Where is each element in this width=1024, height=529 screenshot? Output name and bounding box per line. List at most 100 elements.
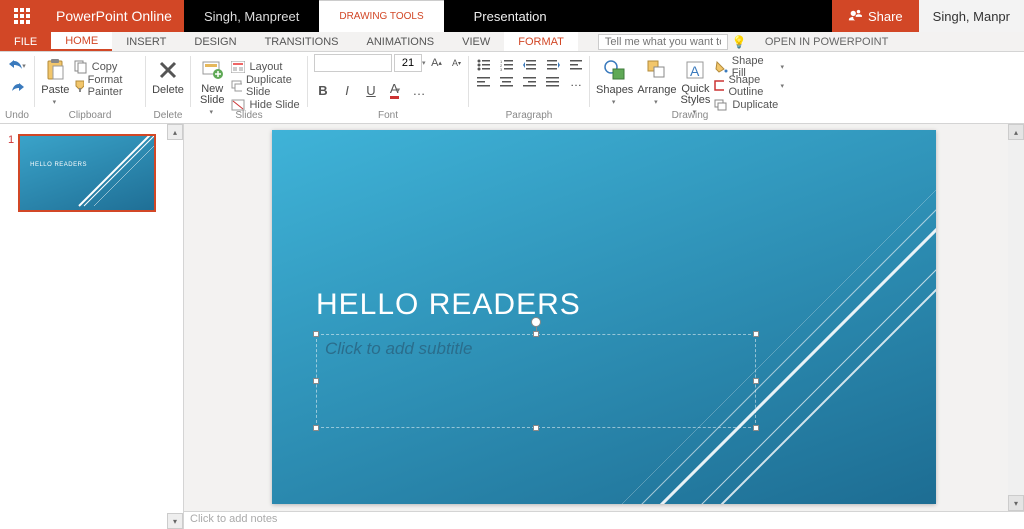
resize-handle-e[interactable] [753, 378, 759, 384]
document-title[interactable]: Presentation [444, 0, 577, 32]
paste-button[interactable]: Paste ▾ [41, 54, 70, 106]
new-slide-button[interactable]: New Slide ▾ [197, 54, 227, 116]
app-launcher-button[interactable] [0, 0, 44, 32]
underline-button[interactable]: U [362, 82, 380, 98]
scroll-down-button[interactable]: ▾ [1008, 495, 1024, 511]
subtitle-placeholder-text[interactable]: Click to add subtitle [317, 335, 755, 363]
group-label-font: Font [308, 110, 468, 121]
resize-handle-s[interactable] [533, 425, 539, 431]
italic-button[interactable]: I [338, 82, 356, 98]
more-paragraph-options-button[interactable]: … [567, 75, 585, 89]
align-left-button[interactable] [475, 75, 493, 89]
fill-icon [714, 61, 727, 73]
tab-transitions[interactable]: TRANSITIONS [251, 32, 353, 51]
resize-handle-se[interactable] [753, 425, 759, 431]
scroll-up-button[interactable]: ▴ [1008, 124, 1024, 140]
thumbnail-number: 1 [8, 134, 14, 212]
subtitle-placeholder-box[interactable]: Click to add subtitle [316, 334, 756, 428]
tab-insert[interactable]: INSERT [112, 32, 180, 51]
numbered-list-button[interactable]: 123 [498, 58, 516, 72]
font-name-input[interactable] [314, 54, 392, 72]
quick-styles-button[interactable]: A Quick Styles▾ [680, 54, 710, 116]
grow-font-button[interactable]: A▴ [428, 55, 446, 71]
thumb-scroll-down[interactable]: ▾ [167, 513, 183, 529]
waffle-icon [14, 8, 30, 24]
resize-handle-nw[interactable] [313, 331, 319, 337]
align-justify-button[interactable] [544, 75, 562, 89]
resize-handle-ne[interactable] [753, 331, 759, 337]
workspace: ▴ 1 HELLO READERS ▾ HELLO READERS [0, 124, 1024, 529]
ribbon: ▾ Undo Paste ▾ Copy Format Painter Clipb… [0, 52, 1024, 124]
group-undo: ▾ Undo [0, 52, 34, 123]
tab-home[interactable]: HOME [51, 32, 112, 51]
copy-icon [74, 60, 88, 74]
group-label-drawing: Drawing [590, 110, 790, 121]
group-label-clipboard: Clipboard [35, 110, 145, 121]
font-size-input[interactable] [394, 54, 422, 72]
delete-x-icon [154, 58, 182, 82]
increase-indent-button[interactable] [544, 58, 562, 72]
tell-me-search[interactable]: 💡 [598, 34, 747, 50]
resize-handle-n[interactable] [533, 331, 539, 337]
share-button[interactable]: Share [832, 0, 919, 32]
user-name-right[interactable]: Singh, Manpr [919, 0, 1024, 32]
thumb-scroll-up[interactable]: ▴ [167, 124, 183, 140]
shape-outline-button[interactable]: Shape Outline▾ [714, 77, 784, 95]
align-center-button[interactable] [498, 75, 516, 89]
tab-format[interactable]: FORMAT [504, 32, 578, 51]
canvas-scroll[interactable]: HELLO READERS Click to add subtitle [184, 124, 1024, 511]
scrollbar-track[interactable] [1008, 140, 1024, 495]
paste-icon [41, 58, 69, 82]
title-bar: PowerPoint Online Singh, Manpreet DRAWIN… [0, 0, 1024, 32]
duplicate-slide-button[interactable]: Duplicate Slide [231, 77, 301, 95]
share-label: Share [868, 9, 903, 24]
layout-icon [231, 61, 245, 73]
format-painter-button[interactable]: Format Painter [74, 77, 139, 95]
tab-view[interactable]: VIEW [448, 32, 504, 51]
canvas-pane: HELLO READERS Click to add subtitle ▴ [184, 124, 1024, 529]
duplicate-icon [231, 80, 242, 92]
group-label-delete: Delete [146, 110, 190, 121]
slide-thumbnail-1[interactable]: 1 HELLO READERS [8, 134, 175, 212]
rotate-handle[interactable] [531, 317, 541, 327]
group-label-undo: Undo [0, 110, 34, 121]
tab-file[interactable]: FILE [0, 32, 51, 51]
vertical-scrollbar[interactable]: ▴ ▾ [1008, 124, 1024, 511]
svg-text:A: A [690, 63, 700, 79]
text-direction-button[interactable] [567, 58, 585, 72]
shapes-icon [601, 58, 629, 82]
redo-button[interactable] [8, 80, 26, 96]
undo-button[interactable]: ▾ [8, 58, 26, 74]
bullet-list-button[interactable] [475, 58, 493, 72]
new-slide-icon [198, 58, 226, 82]
tab-design[interactable]: DESIGN [180, 32, 250, 51]
thumbnail-preview[interactable]: HELLO READERS [18, 134, 156, 212]
outline-icon [714, 80, 724, 92]
group-font: ▾ A▴ A▾ B I U A▾ … Font [308, 52, 468, 123]
lightbulb-icon: 💡 [732, 35, 747, 49]
open-in-powerpoint-link[interactable]: OPEN IN POWERPOINT [765, 36, 888, 48]
resize-handle-w[interactable] [313, 378, 319, 384]
group-label-paragraph: Paragraph [469, 110, 589, 121]
share-icon [848, 9, 862, 23]
resize-handle-sw[interactable] [313, 425, 319, 431]
thumbnail-pane: ▴ 1 HELLO READERS ▾ [0, 124, 184, 529]
bold-button[interactable]: B [314, 82, 332, 98]
group-delete: Delete Delete [146, 52, 190, 123]
arrange-icon [643, 58, 671, 82]
shapes-button[interactable]: Shapes▾ [596, 54, 633, 106]
decrease-indent-button[interactable] [521, 58, 539, 72]
user-name-left[interactable]: Singh, Manpreet [184, 0, 319, 32]
tell-me-input[interactable] [598, 34, 728, 50]
notes-pane[interactable]: Click to add notes [184, 511, 1024, 529]
delete-button[interactable]: Delete [152, 54, 184, 96]
slide-canvas[interactable]: HELLO READERS Click to add subtitle [272, 130, 936, 504]
arrange-button[interactable]: Arrange▾ [637, 54, 676, 106]
diagonal-lines-icon [64, 134, 156, 212]
font-color-button[interactable]: A▾ [386, 82, 404, 98]
slide-title-text[interactable]: HELLO READERS [316, 288, 581, 322]
more-font-options-button[interactable]: … [410, 82, 428, 98]
tab-animations[interactable]: ANIMATIONS [353, 32, 449, 51]
shrink-font-button[interactable]: A▾ [448, 55, 466, 71]
align-right-button[interactable] [521, 75, 539, 89]
